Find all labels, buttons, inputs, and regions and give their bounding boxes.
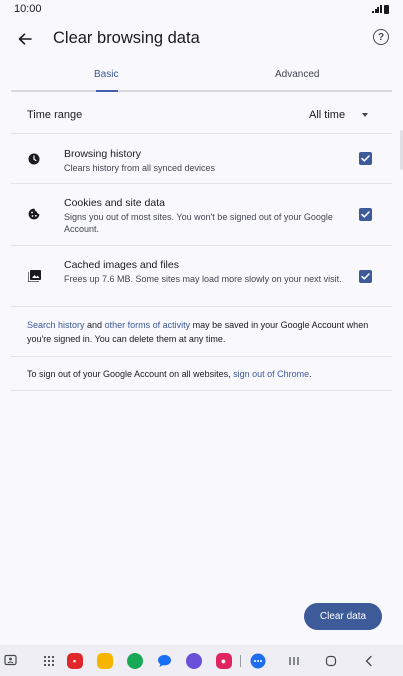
tab-advanced[interactable]: Advanced — [275, 69, 319, 80]
other-activity-link[interactable]: other forms of activity — [105, 320, 191, 330]
battery-icon — [384, 4, 389, 14]
taskbar-divider — [240, 655, 241, 667]
clear-data-button[interactable]: Clear data — [304, 603, 382, 630]
divider — [11, 356, 392, 357]
item-title: Browsing history — [64, 148, 142, 160]
screen-recorder-app-icon[interactable]: ● — [215, 652, 232, 669]
clock-icon — [27, 152, 41, 166]
item-subtitle: Frees up 7.6 MB. Some sites may load mor… — [64, 274, 342, 284]
cookies-item[interactable]: Cookies and site data Signs you out of m… — [11, 185, 392, 246]
time-range-value: All time — [309, 109, 346, 121]
back-nav-icon[interactable] — [360, 652, 377, 669]
item-title: Cookies and site data — [64, 197, 165, 209]
check-icon — [361, 211, 370, 218]
app-bar: Clear browsing data ? — [0, 20, 403, 58]
note-text: and — [84, 320, 105, 330]
cookie-icon — [27, 207, 41, 221]
help-icon[interactable]: ? — [373, 29, 389, 45]
note-text: . — [309, 369, 312, 379]
tab-indicator — [96, 90, 118, 92]
signout-note: To sign out of your Google Account on al… — [27, 369, 377, 379]
messages-app-icon[interactable] — [156, 652, 173, 669]
activity-note: Search history and other forms of activi… — [27, 319, 377, 346]
app-drawer-icon[interactable] — [40, 652, 57, 669]
sign-out-link[interactable]: sign out of Chrome — [233, 369, 309, 379]
search-history-link[interactable]: Search history — [27, 320, 85, 330]
screen-assist-icon[interactable] — [2, 652, 19, 669]
tab-basic[interactable]: Basic — [94, 69, 118, 80]
page-title: Clear browsing data — [53, 29, 200, 47]
navigation-bar: ▪ ● — [0, 645, 403, 676]
image-icon — [27, 269, 41, 283]
item-subtitle: Signs you out of most sites. You won't b… — [64, 212, 333, 234]
status-icons — [372, 4, 389, 14]
tab-bar: Basic Advanced — [11, 62, 392, 92]
item-subtitle: Clears history from all synced devices — [64, 163, 216, 173]
cached-images-item[interactable]: Cached images and files Frees up 7.6 MB.… — [11, 247, 392, 307]
divider — [11, 390, 392, 391]
time-range-label: Time range — [27, 109, 83, 121]
check-icon — [361, 155, 370, 162]
chat-app-icon[interactable] — [249, 652, 266, 669]
back-button[interactable] — [14, 28, 36, 50]
browsing-history-item[interactable]: Browsing history Clears history from all… — [11, 135, 392, 184]
signal-icon — [372, 5, 382, 13]
status-time: 10:00 — [14, 3, 42, 15]
status-bar: 10:00 — [0, 0, 403, 18]
browsing-history-checkbox[interactable] — [359, 152, 372, 165]
internet-app-icon[interactable] — [185, 652, 202, 669]
flipboard-app-icon[interactable]: ▪ — [66, 652, 83, 669]
cookies-checkbox[interactable] — [359, 208, 372, 221]
arrow-left-icon — [18, 33, 32, 45]
phone-app-icon[interactable] — [126, 652, 143, 669]
time-range-row: Time range All time — [11, 100, 392, 134]
home-icon[interactable] — [322, 652, 339, 669]
recent-apps-icon[interactable] — [285, 652, 302, 669]
item-title: Cached images and files — [64, 259, 179, 271]
my-files-app-icon[interactable] — [96, 652, 113, 669]
note-text: To sign out of your Google Account on al… — [27, 369, 234, 379]
dropdown-caret-icon — [362, 113, 369, 117]
check-icon — [361, 273, 370, 280]
cached-images-checkbox[interactable] — [359, 270, 372, 283]
time-range-dropdown[interactable]: All time — [309, 109, 369, 121]
